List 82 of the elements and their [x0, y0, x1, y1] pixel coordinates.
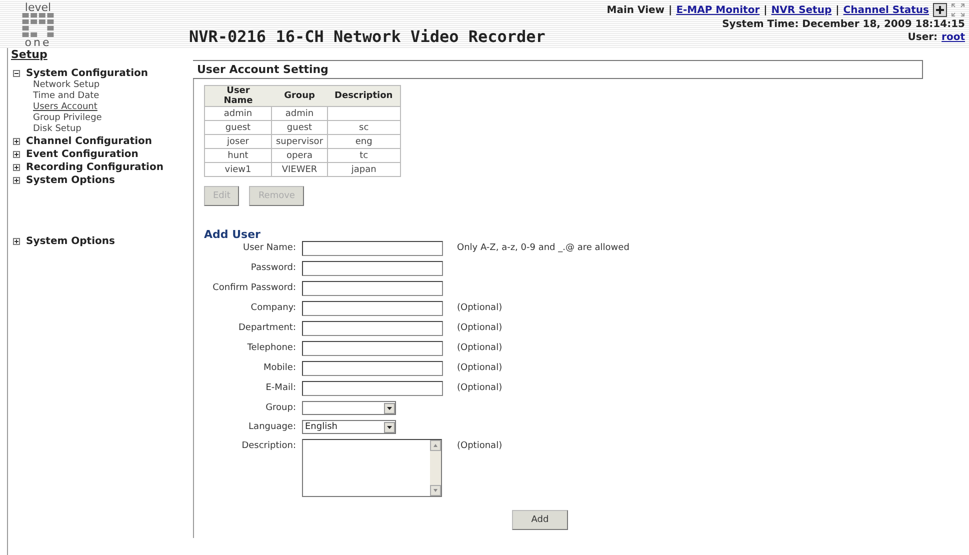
nav-link[interactable]: NVR Setup	[771, 4, 832, 16]
nav-separator: |	[764, 4, 768, 16]
table-cell: tc	[328, 148, 400, 162]
table-cell: opera	[272, 148, 328, 162]
sidebar-category[interactable]: System Configuration	[26, 68, 148, 79]
field-label: Group:	[264, 402, 296, 413]
toggle-icon[interactable]	[933, 3, 947, 17]
field-hint: (Optional)	[457, 382, 504, 393]
table-cell: guest	[204, 120, 272, 134]
field-hint: Only A-Z, a-z, 0-9 and _.@ are allowed	[457, 242, 630, 253]
section-title: User Account Setting	[193, 60, 923, 79]
sidebar-link[interactable]: Group Privilege	[33, 113, 102, 124]
scroll-down-icon[interactable]	[430, 485, 441, 496]
column-header: User Name	[204, 86, 272, 106]
text-field[interactable]	[302, 341, 443, 356]
table-cell: admin	[272, 106, 328, 120]
field-label: Description:	[240, 440, 296, 451]
table-cell: japan	[328, 162, 400, 176]
text-field[interactable]	[302, 321, 443, 336]
field-label: E-Mail:	[264, 382, 296, 393]
field-label: Telephone:	[246, 342, 296, 353]
table-cell: guest	[272, 120, 328, 134]
table-cell: hunt	[204, 148, 272, 162]
sidebar-category[interactable]: Event Configuration	[26, 149, 138, 160]
user-link[interactable]: root	[942, 32, 965, 43]
sidebar-category[interactable]: Channel Configuration	[26, 136, 152, 147]
field-label: Mobile:	[262, 362, 296, 373]
column-header: Description	[328, 86, 400, 106]
nav-link[interactable]: Channel Status	[843, 4, 929, 16]
sidebar-link[interactable]: Time and Date	[33, 91, 100, 102]
column-header: Group	[272, 86, 328, 106]
field-label: Department:	[238, 322, 296, 333]
text-field[interactable]	[302, 361, 443, 376]
table-cell: supervisor	[272, 134, 328, 148]
field-label: Confirm Password:	[212, 282, 296, 293]
text-field[interactable]	[302, 241, 443, 256]
expand-icon[interactable]	[13, 151, 20, 158]
text-area[interactable]	[302, 439, 442, 497]
text-field[interactable]	[302, 261, 443, 276]
dropdown-field[interactable]	[302, 401, 396, 415]
nav-link[interactable]: E-MAP Monitor	[676, 4, 760, 16]
expand-icon[interactable]	[13, 177, 20, 184]
field-hint: (Optional)	[457, 362, 504, 373]
field-label: Language:	[248, 421, 296, 432]
field-label: Company:	[250, 302, 296, 313]
table-cell: sc	[328, 120, 400, 134]
dropdown-field[interactable]: English	[302, 420, 396, 434]
table-cell: eng	[328, 134, 400, 148]
field-hint: (Optional)	[457, 440, 504, 451]
nav-separator: |	[668, 4, 672, 16]
sidebar-category[interactable]: System Options	[26, 175, 115, 186]
field-label: Password:	[250, 262, 296, 273]
table-cell: admin	[204, 106, 272, 120]
page-title: NVR-0216 16-CH Network Video Recorder	[188, 26, 546, 48]
field-label: User Name:	[242, 242, 296, 253]
sidebar-category[interactable]: System Options	[26, 236, 115, 247]
nav-separator: |	[836, 4, 840, 16]
user-label: User:	[908, 32, 938, 43]
nav-link[interactable]: Main View	[606, 4, 665, 16]
text-field[interactable]	[302, 281, 443, 296]
text-field[interactable]	[302, 381, 443, 396]
sidebar-link[interactable]: Disk Setup	[33, 124, 82, 135]
table-cell: joser	[204, 134, 272, 148]
scroll-up-icon[interactable]	[430, 440, 441, 451]
expand-icon[interactable]	[13, 138, 20, 145]
field-hint: (Optional)	[457, 302, 504, 313]
field-hint: (Optional)	[457, 322, 504, 333]
collapse-icon[interactable]	[13, 70, 20, 77]
setup-link[interactable]: Setup	[11, 48, 48, 61]
section-heading: Add User	[204, 228, 262, 241]
sidebar-category[interactable]: Recording Configuration	[26, 162, 164, 173]
sidebar-link[interactable]: Network Setup	[33, 80, 100, 91]
expand-icon[interactable]	[13, 238, 20, 245]
add-button[interactable]: Add	[512, 510, 568, 530]
text-field[interactable]	[302, 301, 443, 316]
field-hint: (Optional)	[457, 342, 504, 353]
logo: level one	[12, 0, 64, 48]
table-cell: view1	[204, 162, 272, 176]
expand-icon[interactable]	[13, 164, 20, 171]
sidebar-link[interactable]: Users Account	[33, 102, 102, 113]
table-cell: VIEWER	[272, 162, 328, 176]
system-time: System Time: December 18, 2009 18:14:15	[722, 19, 965, 30]
